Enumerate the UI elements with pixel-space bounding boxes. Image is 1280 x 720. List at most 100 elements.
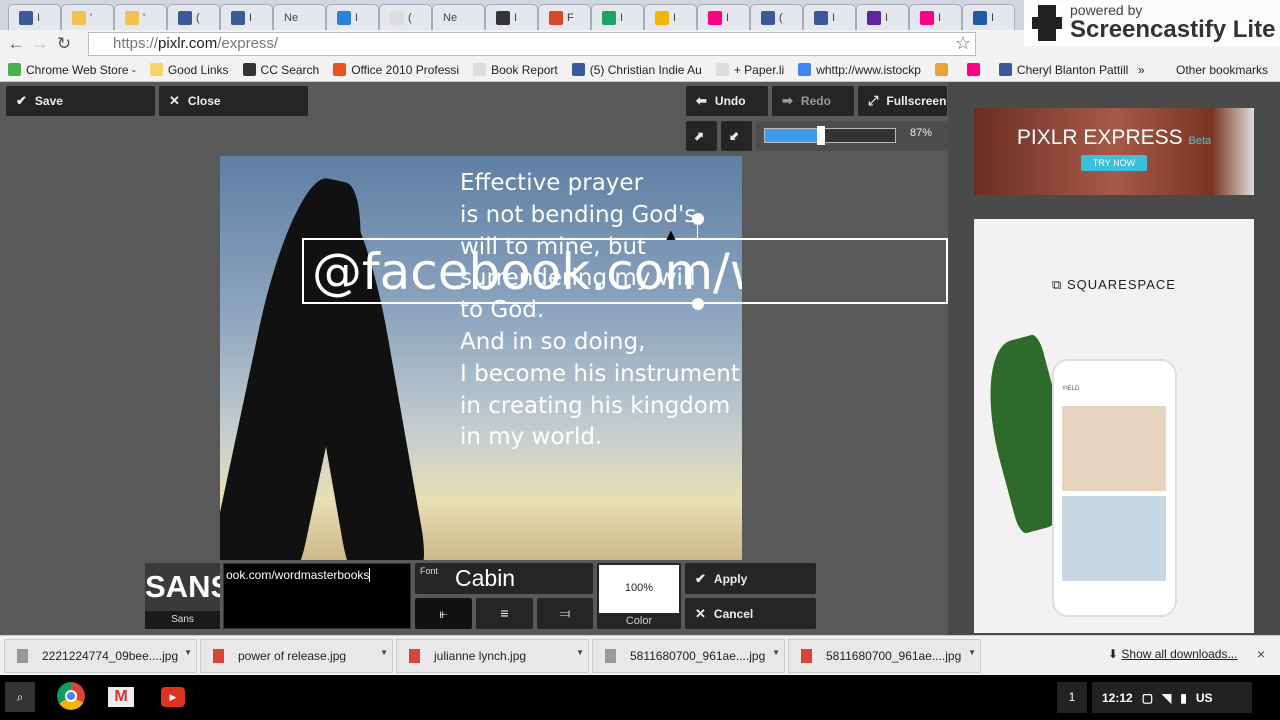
- download-filename: 5811680700_961ae....jpg: [826, 649, 962, 663]
- bookmark-item[interactable]: Book Report: [473, 63, 558, 77]
- undo-button[interactable]: ⬅ Undo: [686, 86, 768, 116]
- align-left-button[interactable]: ⫦: [415, 598, 472, 629]
- zoom-fit-button[interactable]: ⬈: [686, 121, 717, 151]
- window-count[interactable]: 1: [1057, 682, 1087, 713]
- status-tray[interactable]: 12:12 ▢ ◥ ▮ US: [1092, 682, 1252, 713]
- launcher-search-icon[interactable]: ⌕: [5, 682, 35, 712]
- font-category-picker[interactable]: SANS Sans: [145, 563, 220, 629]
- try-now-button[interactable]: TRY NOW: [1080, 155, 1148, 171]
- browser-tab[interactable]: (: [379, 4, 432, 30]
- rotate-handle[interactable]: [692, 213, 704, 225]
- save-button[interactable]: ✔ Save: [6, 86, 155, 116]
- browser-tab[interactable]: I: [962, 4, 1015, 30]
- browser-tab[interactable]: ': [114, 4, 167, 30]
- bookmark-item[interactable]: Office 2010 Professi: [333, 63, 459, 77]
- bookmark-item[interactable]: Good Links: [149, 63, 229, 77]
- zoom-slider-thumb[interactable]: [817, 126, 825, 145]
- youtube-icon[interactable]: ▶: [161, 687, 185, 707]
- squarespace-ad[interactable]: ⧉ SQUARESPACE YIELD: [970, 219, 1254, 633]
- bookmark-item[interactable]: + Paper.li: [715, 62, 785, 77]
- x-icon: ✕: [695, 605, 706, 621]
- forward-button[interactable]: →: [28, 34, 52, 54]
- chrome-icon[interactable]: [57, 682, 85, 710]
- show-all-downloads-link[interactable]: ⬇ Show all downloads...: [1108, 647, 1237, 661]
- facebook-icon: [814, 10, 828, 25]
- reload-button[interactable]: ↻: [52, 34, 76, 54]
- bookmark-item[interactable]: whttp://www.istockp: [798, 63, 921, 77]
- resize-handle[interactable]: [692, 298, 704, 310]
- address-bar[interactable]: https://pixlr.com/express/ ☆: [88, 32, 976, 56]
- pixlr-ad[interactable]: PIXLR EXPRESS Beta TRY NOW: [974, 108, 1254, 195]
- align-center-button[interactable]: ≡: [476, 598, 533, 629]
- align-right-button[interactable]: ⫤: [537, 598, 593, 629]
- download-menu-icon[interactable]: ▼: [380, 648, 388, 657]
- browser-tab[interactable]: I: [485, 4, 538, 30]
- download-item[interactable]: julianne lynch.jpg ▼: [396, 639, 589, 673]
- browser-tab[interactable]: I: [326, 4, 379, 30]
- other-bookmarks-folder[interactable]: Other bookmarks: [1176, 63, 1268, 77]
- close-button[interactable]: ✕ Close: [159, 86, 308, 116]
- browser-tab[interactable]: I: [8, 4, 61, 30]
- download-item[interactable]: power of release.jpg ▼: [200, 639, 393, 673]
- browser-tab[interactable]: I: [220, 4, 273, 30]
- zoom-actual-button[interactable]: ⬋: [721, 121, 752, 151]
- text-input[interactable]: ook.com/wordmasterbooks​: [223, 563, 411, 629]
- image-canvas[interactable]: Effective prayer is not bending God's wi…: [220, 156, 742, 560]
- download-menu-icon[interactable]: ▼: [968, 648, 976, 657]
- zoom-slider[interactable]: [764, 126, 896, 145]
- download-menu-icon[interactable]: ▼: [184, 648, 192, 657]
- browser-tab[interactable]: (: [750, 4, 803, 30]
- browser-tab[interactable]: I: [591, 4, 644, 30]
- color-picker[interactable]: 100% Color: [597, 563, 681, 629]
- bookmarks-more-button[interactable]: »: [1138, 63, 1145, 77]
- bookmark-item[interactable]: (5) Christian Indie Au: [571, 63, 702, 77]
- download-item[interactable]: 5811680700_961ae....jpg ▼: [788, 639, 981, 673]
- browser-tab[interactable]: I: [856, 4, 909, 30]
- redo-button[interactable]: ➡ Redo: [772, 86, 854, 116]
- align-center-icon: ≡: [500, 605, 509, 621]
- download-menu-icon[interactable]: ▼: [772, 648, 780, 657]
- bookmark-item[interactable]: Chrome Web Store -: [8, 63, 136, 77]
- fullscreen-button[interactable]: ⤢ Fullscreen: [858, 86, 947, 116]
- cancel-button[interactable]: ✕ Cancel: [685, 598, 816, 629]
- tab-title: I: [37, 11, 41, 24]
- apply-button[interactable]: ✔ Apply: [685, 563, 816, 594]
- screencastify-watermark: powered by Screencastify Lite: [1024, 0, 1280, 46]
- text-layer-box[interactable]: @facebook.com/wordmasterbooks: [302, 238, 948, 304]
- arrow-left-icon: ⬅: [696, 93, 707, 108]
- font-select[interactable]: Font Cabin: [415, 563, 593, 594]
- bookmark-item[interactable]: CC Search: [242, 63, 319, 77]
- back-button[interactable]: ←: [4, 34, 28, 54]
- gmail-icon[interactable]: M: [108, 687, 134, 707]
- download-item[interactable]: 2221224774_09bee....jpg ▼: [4, 639, 197, 673]
- color-label: Color: [625, 615, 653, 627]
- pixlr-ad-beta: Beta: [1188, 135, 1212, 147]
- download-item[interactable]: 5811680700_961ae....jpg ▼: [592, 639, 785, 673]
- text-caret: ​: [369, 568, 371, 582]
- circle-icon: [125, 10, 139, 25]
- browser-tab[interactable]: I: [697, 4, 750, 30]
- bookmark-item[interactable]: [966, 63, 985, 76]
- browser-tab[interactable]: F: [538, 4, 591, 30]
- browser-tab[interactable]: I: [909, 4, 962, 30]
- office-icon: [549, 10, 563, 25]
- zoom-percent: 87%: [910, 127, 933, 139]
- url-path: /express/: [217, 35, 279, 52]
- close-downloads-button[interactable]: ×: [1257, 646, 1265, 662]
- browser-tab[interactable]: Ne: [273, 4, 326, 30]
- bookmark-item[interactable]: [934, 63, 953, 76]
- browser-tab[interactable]: Ne: [432, 4, 485, 30]
- wifi-icon: ◥: [1162, 690, 1172, 705]
- bookmark-label: + Paper.li: [733, 62, 785, 77]
- bookmark-item[interactable]: Cheryl Blanton Pattill: [998, 63, 1128, 77]
- url-host: pixlr.com: [158, 35, 218, 52]
- download-menu-icon[interactable]: ▼: [576, 648, 584, 657]
- browser-tab[interactable]: ': [61, 4, 114, 30]
- pattern-image: [1062, 496, 1166, 581]
- bookmark-icon: [798, 63, 812, 76]
- battery-icon: ▮: [1180, 690, 1187, 705]
- browser-tab[interactable]: (: [167, 4, 220, 30]
- browser-tab[interactable]: I: [803, 4, 856, 30]
- star-icon[interactable]: ☆: [955, 33, 971, 54]
- browser-tab[interactable]: I: [644, 4, 697, 30]
